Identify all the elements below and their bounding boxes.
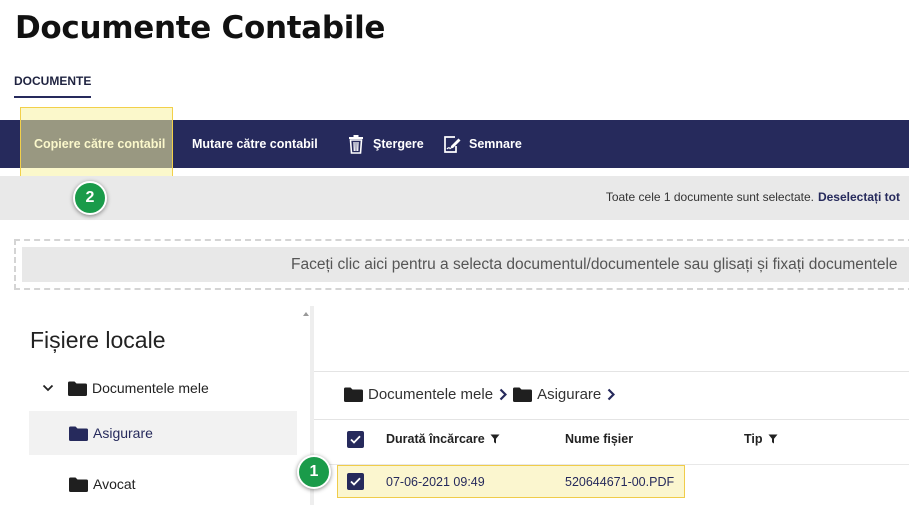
move-to-accountant-button[interactable]: Mutare către contabil: [192, 120, 318, 168]
dropzone-area[interactable]: Faceți clic aici pentru a selecta docume…: [22, 247, 909, 282]
checkbox-checked-icon[interactable]: [347, 431, 364, 448]
column-header-label: Durată încărcare: [386, 432, 485, 446]
column-header-file-name[interactable]: Nume fișier: [565, 432, 633, 446]
folder-icon: [69, 477, 88, 492]
chevron-right-icon: [607, 388, 616, 401]
selection-status: Toate cele 1 documente sunt selectate. De…: [606, 190, 900, 204]
row-checkbox[interactable]: [347, 473, 364, 490]
tab-documente[interactable]: DOCUMENTE: [14, 74, 92, 98]
row-file-name[interactable]: 520644671-00.PDF: [565, 475, 674, 489]
sign-button[interactable]: Semnare: [441, 120, 522, 168]
chevron-down-icon[interactable]: [42, 384, 54, 392]
breadcrumb: Documentele mele Asigurare: [344, 386, 621, 403]
sidebar-item-documentele-mele[interactable]: Documentele mele: [42, 366, 209, 410]
scroll-up-icon[interactable]: [303, 312, 309, 316]
breadcrumb-item[interactable]: Asigurare: [537, 386, 601, 403]
column-header-type[interactable]: Tip: [744, 432, 778, 446]
file-list-panel: Documentele mele Asigurare Durată încărc…: [314, 306, 909, 505]
folder-icon: [513, 387, 533, 402]
deselect-all-link[interactable]: Deselectați tot: [818, 190, 900, 204]
move-to-accountant-label: Mutare către contabil: [192, 137, 318, 151]
sidebar-item-label: Documentele mele: [92, 380, 209, 396]
file-list-toolbar: [314, 306, 909, 372]
column-header-label: Nume fișier: [565, 432, 634, 446]
page-title: Documente Contabile: [15, 10, 386, 46]
copy-to-accountant-button[interactable]: Copiere către contabil: [34, 120, 165, 168]
dropzone-instructions: Faceți clic aici pentru a selecta docume…: [291, 256, 898, 273]
sidebar-item-asigurare[interactable]: Asigurare: [29, 411, 297, 455]
folder-icon: [68, 381, 87, 396]
sign-label: Semnare: [469, 137, 522, 151]
sidebar-item-avocat[interactable]: Avocat: [69, 462, 136, 505]
sidebar-item-label: Asigurare: [93, 425, 153, 441]
column-header-upload-date[interactable]: Durată încărcare: [386, 432, 500, 446]
breadcrumb-item[interactable]: Documentele mele: [368, 386, 493, 403]
delete-label: Ştergere: [373, 137, 424, 151]
upload-dropzone[interactable]: Faceți clic aici pentru a selecta docume…: [14, 239, 909, 290]
filter-icon[interactable]: [768, 434, 778, 444]
folder-icon: [344, 387, 363, 402]
folder-icon: [69, 426, 88, 441]
table-row[interactable]: 07-06-2021 09:49 520644671-00.PDF: [337, 465, 685, 498]
copy-to-accountant-label: Copiere către contabil: [34, 137, 166, 151]
select-all-checkbox[interactable]: [347, 431, 364, 448]
step-1-badge: 1: [297, 455, 331, 489]
trash-icon: [345, 133, 367, 155]
delete-button[interactable]: Ştergere: [345, 120, 424, 168]
column-header-label: Tip: [744, 432, 763, 446]
breadcrumb-divider: [314, 419, 909, 420]
step-2-badge: 2: [73, 181, 107, 215]
sidebar-title: Fișiere locale: [30, 327, 166, 353]
action-toolbar: Copiere către contabil Mutare către cont…: [0, 120, 909, 168]
selection-bar: Toate cele 1 documente sunt selectate. De…: [0, 176, 909, 220]
sign-document-icon: [441, 133, 463, 155]
chevron-right-icon: [499, 388, 508, 401]
filter-icon[interactable]: [490, 434, 500, 444]
row-upload-date: 07-06-2021 09:49: [386, 475, 485, 489]
local-files-sidebar: Fișiere locale Documentele mele Asigurar…: [14, 306, 310, 505]
selection-status-text: Toate cele 1 documente sunt selectate.: [605, 190, 814, 204]
sidebar-item-label: Avocat: [93, 476, 136, 492]
